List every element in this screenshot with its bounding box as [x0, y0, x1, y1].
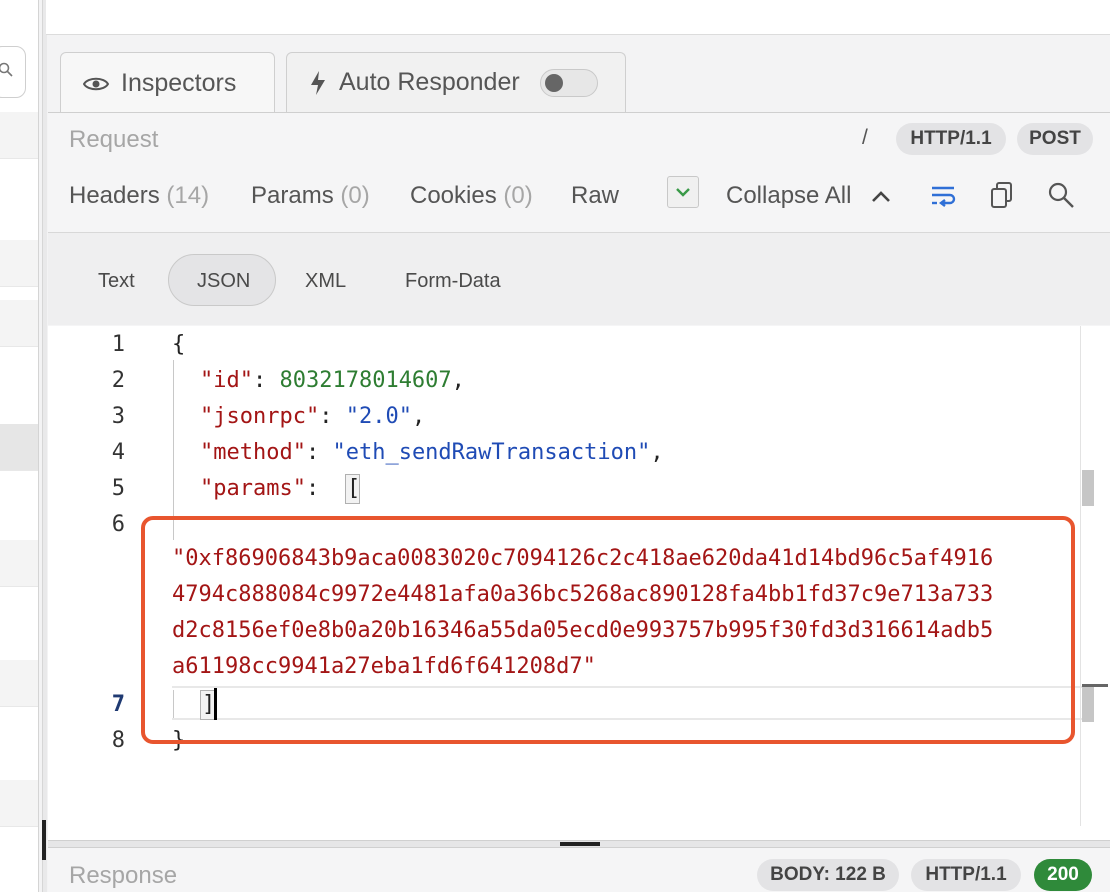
json-key: "method": [200, 440, 306, 465]
session-row[interactable]: [0, 240, 38, 287]
line-number: 6: [111, 512, 125, 537]
line-number: 3: [111, 404, 125, 429]
line-number-active: 7: [111, 692, 125, 717]
request-section-title: Request: [69, 126, 159, 153]
tab-params-count: (0): [340, 182, 370, 209]
json-string: "eth_sendRawTransaction": [332, 440, 651, 465]
tab-params[interactable]: Params (0): [251, 182, 370, 210]
json-number: 8032178014607: [279, 368, 452, 393]
wrap-lines-icon[interactable]: [928, 180, 958, 210]
annotation-highlight-box: [141, 516, 1075, 744]
json-line-method: "method": "eth_sendRawTransaction",: [200, 440, 664, 465]
tab-inspectors[interactable]: Inspectors: [60, 52, 275, 114]
session-row[interactable]: [0, 540, 38, 587]
search-icon[interactable]: [1046, 180, 1076, 210]
request-protocol-badge: HTTP/1.1: [896, 123, 1006, 155]
line-number: 2: [111, 368, 125, 393]
session-row[interactable]: [0, 660, 38, 707]
chevron-up-icon[interactable]: [868, 184, 894, 210]
tab-headers-count: (14): [166, 182, 210, 209]
copy-icon[interactable]: [988, 180, 1016, 210]
json-key: "id": [200, 368, 253, 393]
session-row[interactable]: [0, 780, 38, 827]
tab-auto-responder-label: Auto Responder: [339, 68, 520, 96]
line-number: 4: [111, 440, 125, 465]
tab-params-label: Params: [251, 182, 334, 209]
json-open-brace: {: [172, 332, 186, 357]
tab-headers[interactable]: Headers (14): [69, 182, 209, 210]
eye-icon: [83, 75, 109, 93]
response-protocol-badge: HTTP/1.1: [911, 859, 1021, 891]
json-key: "params": [200, 476, 306, 501]
splitter-handle[interactable]: [560, 842, 600, 846]
json-line-id: "id": 8032178014607,: [200, 368, 465, 393]
tab-raw[interactable]: Raw: [571, 182, 619, 210]
tab-raw-label: Raw: [571, 182, 620, 209]
json-key: "jsonrpc": [200, 404, 320, 429]
scrollbar-marker: [1082, 686, 1094, 722]
tab-inspectors-label: Inspectors: [121, 69, 237, 97]
format-tab-json[interactable]: JSON: [197, 270, 250, 293]
toggle-knob: [544, 73, 563, 92]
json-string: "2.0": [345, 404, 412, 429]
response-body-size-badge: BODY: 122 B: [757, 859, 899, 891]
line-number: 5: [111, 476, 125, 501]
collapse-all-button[interactable]: Collapse All: [726, 182, 851, 210]
request-path: /: [862, 126, 868, 149]
scrollbar-cursor-marker: [1082, 684, 1108, 687]
session-row[interactable]: [0, 112, 38, 159]
tab-cookies-count: (0): [503, 182, 533, 209]
format-tab-text[interactable]: Text: [98, 270, 135, 293]
tab-cookies[interactable]: Cookies (0): [410, 182, 533, 210]
session-row[interactable]: [0, 300, 38, 347]
lightning-icon: [309, 70, 327, 96]
response-section-title: Response: [69, 862, 178, 889]
request-method-badge: POST: [1017, 123, 1093, 155]
json-line-jsonrpc: "jsonrpc": "2.0",: [200, 404, 426, 429]
editor-scrollbar[interactable]: [1080, 326, 1110, 826]
scrollbar-marker: [1082, 470, 1094, 506]
tab-cookies-label: Cookies: [410, 182, 497, 209]
search-icon: [0, 62, 13, 77]
json-params-open: [: [347, 476, 361, 501]
tab-auto-responder[interactable]: Auto Responder: [286, 52, 626, 112]
response-status-badge: 200: [1034, 859, 1092, 891]
pane-resize-grip[interactable]: [42, 820, 46, 860]
format-tab-form-data[interactable]: Form-Data: [405, 270, 501, 293]
json-line-params: "params":: [200, 476, 333, 501]
line-number: 1: [111, 332, 125, 357]
tab-headers-label: Headers: [69, 182, 160, 209]
line-number: 8: [111, 728, 125, 753]
top-bar: [46, 0, 1110, 35]
check-icon[interactable]: [667, 176, 699, 208]
auto-responder-toggle[interactable]: [539, 68, 598, 97]
session-row[interactable]: [0, 424, 38, 471]
session-list-strip: [0, 0, 39, 892]
indent-guide: [173, 360, 174, 540]
pane-divider[interactable]: [42, 0, 47, 892]
format-tab-xml[interactable]: XML: [305, 270, 346, 293]
